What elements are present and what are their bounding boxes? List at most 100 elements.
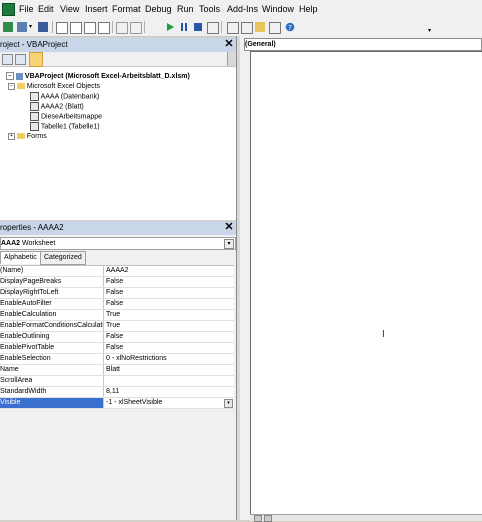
help-icon[interactable]: ? — [285, 22, 295, 32]
project-explorer-icon[interactable] — [227, 22, 239, 34]
property-name: ScrollArea — [0, 376, 104, 386]
standard-toolbar: ▾ ? ▾ — [0, 18, 482, 37]
menu-insert[interactable]: Insert — [85, 4, 108, 14]
menu-addins[interactable]: Add-Ins — [227, 4, 258, 14]
object-combo[interactable]: (General) — [244, 38, 482, 51]
property-value[interactable]: 0 - xlNoRestrictions — [106, 354, 232, 364]
design-mode-icon[interactable] — [207, 22, 219, 34]
chevron-down-icon[interactable]: ▾ — [224, 399, 233, 408]
undo-icon[interactable] — [116, 22, 128, 34]
tree-item-excel-objects[interactable]: − Microsoft Excel Objects — [8, 82, 100, 92]
toggle-folders-icon[interactable] — [29, 52, 43, 67]
run-icon[interactable] — [165, 22, 175, 32]
property-value[interactable]: False — [106, 299, 232, 309]
property-value[interactable]: False — [106, 343, 232, 353]
break-icon[interactable] — [179, 22, 189, 32]
tree-item-tabelle1[interactable]: Tabelle1 (Tabelle1) — [30, 122, 100, 132]
tab-categorized[interactable]: Categorized — [40, 251, 86, 265]
expand-icon[interactable]: + — [8, 132, 15, 140]
property-row[interactable]: EnableOutlining False — [0, 332, 234, 343]
property-name: EnableAutoFilter — [0, 299, 104, 309]
menu-view[interactable]: View — [60, 4, 79, 14]
property-name: EnableCalculation — [0, 310, 104, 320]
tree-item-forms[interactable]: + Forms — [8, 132, 47, 142]
property-value[interactable]: AAAA2 — [106, 266, 232, 276]
property-row[interactable]: DisplayPageBreaks False — [0, 277, 234, 288]
find-icon[interactable] — [98, 22, 110, 34]
property-value[interactable]: False — [106, 288, 232, 298]
menu-help[interactable]: Help — [299, 4, 318, 14]
property-row[interactable]: DisplayRightToLeft False — [0, 288, 234, 299]
property-name: (Name) — [0, 266, 104, 276]
property-value[interactable]: Blatt — [106, 365, 232, 375]
view-code-icon[interactable] — [2, 54, 13, 65]
code-editor[interactable]: I — [250, 51, 482, 514]
menu-debug[interactable]: Debug — [145, 4, 172, 14]
property-name: EnableSelection — [0, 354, 104, 364]
property-row[interactable]: EnableAutoFilter False — [0, 299, 234, 310]
property-row[interactable]: (Name) AAAA2 — [0, 266, 234, 277]
tree-label: Microsoft Excel Objects — [26, 83, 101, 90]
menu-window[interactable]: Window — [262, 4, 294, 14]
collapse-icon[interactable]: − — [8, 82, 15, 90]
save-icon[interactable] — [38, 22, 48, 32]
tree-label: Tabelle1 (Tabelle1) — [40, 123, 100, 131]
paste-icon[interactable] — [84, 22, 96, 34]
close-icon[interactable]: ✕ — [224, 39, 234, 50]
tab-alphabetic[interactable]: Alphabetic — [0, 251, 41, 264]
properties-window-icon[interactable] — [241, 22, 253, 34]
menu-tools[interactable]: Tools — [199, 4, 220, 14]
insert-module-icon[interactable] — [17, 22, 27, 32]
property-value[interactable]: 8,11 — [106, 387, 232, 397]
project-panel-toolbar — [0, 52, 236, 67]
svg-text:?: ? — [288, 24, 292, 32]
chevron-down-icon[interactable]: ▾ — [224, 239, 234, 249]
object-selector[interactable]: AAA2 Worksheet ▾ — [0, 237, 236, 250]
menu-file[interactable]: File — [19, 4, 34, 14]
properties-grid: (Name) AAAA2 DisplayPageBreaks False Display… — [0, 265, 234, 409]
tree-label: AAAA2 (Blatt) — [40, 103, 84, 111]
property-row[interactable]: StandardWidth 8,11 — [0, 387, 234, 398]
property-row[interactable]: EnableFormatConditionsCalculation True — [0, 321, 234, 332]
excel-icon[interactable] — [2, 3, 15, 16]
toolbar-separator — [221, 21, 222, 33]
reset-icon[interactable] — [193, 22, 203, 32]
tree-item-aaaa[interactable]: AAAA (Datenbank) — [30, 92, 99, 102]
module-view-icon[interactable] — [264, 515, 272, 522]
view-object-icon[interactable] — [15, 54, 26, 65]
procedure-view-icon[interactable] — [254, 515, 262, 522]
property-value[interactable]: -1 - xlSheetVisible — [106, 398, 232, 408]
property-value[interactable]: False — [106, 277, 232, 287]
toolbox-icon[interactable] — [269, 22, 281, 34]
menu-run[interactable]: Run — [177, 4, 194, 14]
tree-item-diesearbeitsmappe[interactable]: DieseArbeitsmappe — [30, 112, 102, 122]
property-value[interactable]: False — [106, 332, 232, 342]
tree-label: DieseArbeitsmappe — [40, 113, 103, 121]
menu-format[interactable]: Format — [112, 4, 141, 14]
property-value[interactable]: True — [106, 310, 232, 320]
collapse-icon[interactable]: − — [6, 72, 14, 81]
tree-item-vbaproject[interactable]: − VBAProject (Microsoft Excel-Arbeitsbla… — [6, 72, 190, 82]
property-row[interactable]: ScrollArea — [0, 376, 234, 387]
cut-icon[interactable] — [56, 22, 68, 34]
property-name: StandardWidth — [0, 387, 104, 397]
sheet-icon — [30, 92, 39, 101]
property-row[interactable]: EnablePivotTable False — [0, 343, 234, 354]
property-row[interactable]: EnableSelection 0 - xlNoRestrictions — [0, 354, 234, 365]
property-row[interactable]: Visible -1 - xlSheetVisible ▾ — [0, 398, 234, 409]
tree-item-aaaa2[interactable]: AAAA2 (Blatt) — [30, 102, 84, 112]
redo-icon[interactable] — [130, 22, 142, 34]
properties-panel: roperties - AAAA2 ✕ AAA2 Worksheet ▾ Alp… — [0, 221, 237, 520]
menu-edit[interactable]: Edit — [38, 4, 54, 14]
property-value[interactable]: True — [106, 321, 232, 331]
insert-dropdown-icon[interactable]: ▾ — [29, 22, 35, 32]
view-excel-icon[interactable] — [3, 22, 13, 32]
property-value[interactable] — [106, 376, 232, 386]
toolbar-options-icon[interactable]: ▾ — [428, 28, 435, 34]
copy-icon[interactable] — [70, 22, 82, 34]
property-row[interactable]: EnableCalculation True — [0, 310, 234, 321]
close-icon[interactable]: ✕ — [224, 222, 234, 233]
object-browser-icon[interactable] — [255, 22, 265, 32]
property-row[interactable]: Name Blatt — [0, 365, 234, 376]
vertical-scrollbar[interactable] — [227, 52, 236, 66]
